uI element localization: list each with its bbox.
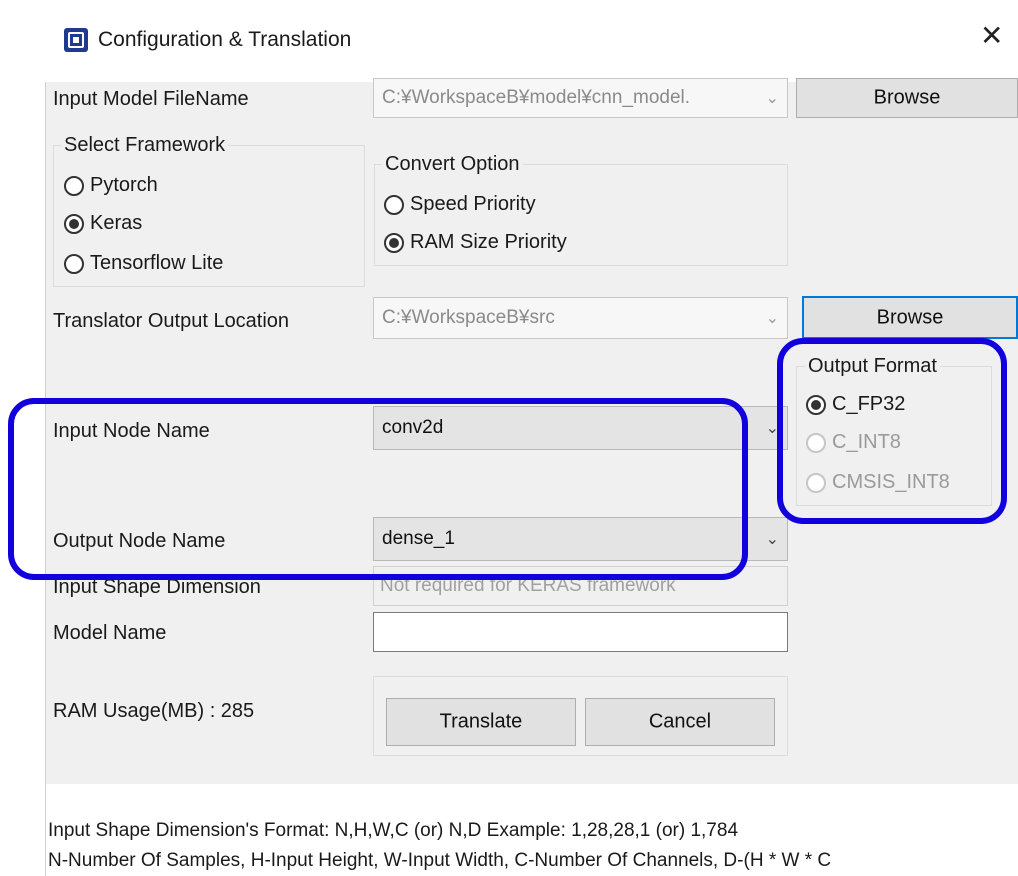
radio-label: C_FP32: [832, 393, 906, 415]
output-node-label: Output Node Name: [53, 530, 226, 552]
chevron-down-icon: ⌄: [765, 90, 779, 107]
convert-radio-speed[interactable]: Speed Priority: [384, 193, 536, 216]
input-node-label: Input Node Name: [53, 420, 210, 442]
input-shape-label: Input Shape Dimension: [53, 576, 261, 598]
legend-note: N-Number Of Samples, H-Input Height, W-I…: [48, 850, 832, 871]
output-node-value: dense_1: [382, 528, 455, 549]
radio-icon: [64, 253, 84, 274]
chevron-down-icon: ⌄: [765, 531, 779, 548]
configuration-dialog: Configuration & Translation ✕ Input Mode…: [0, 0, 1018, 876]
browse-label: Browse: [873, 86, 941, 109]
input-model-browse-button[interactable]: Browse: [796, 78, 1018, 118]
output-location-combo[interactable]: C:¥WorkspaceB¥src ⌄: [373, 297, 788, 339]
cancel-button[interactable]: Cancel: [585, 698, 775, 746]
input-model-combo[interactable]: C:¥WorkspaceB¥model¥cnn_model. ⌄: [373, 78, 788, 118]
input-node-combo[interactable]: conv2d ⌄: [373, 406, 788, 450]
translate-button[interactable]: Translate: [386, 698, 576, 746]
cancel-label: Cancel: [648, 710, 712, 733]
radio-selected-icon: [806, 394, 826, 415]
model-name-field[interactable]: [373, 612, 788, 652]
close-icon[interactable]: ✕: [980, 22, 1003, 50]
model-name-label: Model Name: [53, 622, 167, 644]
framework-radio-pytorch[interactable]: Pytorch: [64, 174, 158, 197]
radio-label: Tensorflow Lite: [90, 252, 224, 274]
browse-label: Browse: [876, 306, 944, 328]
convert-option-title: Convert Option: [382, 153, 523, 176]
window-title: Configuration & Translation: [98, 28, 352, 51]
format-radio-c-int8[interactable]: C_INT8: [806, 431, 901, 454]
left-margin: [0, 82, 46, 876]
radio-icon: [806, 472, 826, 493]
radio-selected-icon: [64, 213, 84, 234]
input-shape-field[interactable]: Not required for KERAS framework: [373, 566, 788, 606]
output-node-combo[interactable]: dense_1 ⌄: [373, 517, 788, 561]
input-shape-placeholder: Not required for KERAS framework: [380, 575, 676, 596]
output-format-title: Output Format: [805, 355, 940, 378]
output-location-browse-button[interactable]: Browse: [802, 296, 1018, 339]
framework-radio-tflite[interactable]: Tensorflow Lite: [64, 252, 223, 275]
input-model-label: Input Model FileName: [53, 88, 249, 110]
radio-icon: [64, 175, 84, 196]
output-location-value: C:¥WorkspaceB¥src: [382, 307, 555, 328]
radio-label: CMSIS_INT8: [832, 471, 950, 493]
framework-title: Select Framework: [61, 134, 229, 157]
radio-label: RAM Size Priority: [410, 231, 567, 253]
chevron-down-icon: ⌄: [765, 310, 779, 327]
translate-label: Translate: [439, 710, 523, 733]
radio-label: Speed Priority: [410, 193, 536, 215]
radio-label: C_INT8: [832, 431, 901, 453]
convert-radio-ram[interactable]: RAM Size Priority: [384, 231, 567, 254]
radio-label: Keras: [90, 212, 143, 234]
radio-selected-icon: [384, 232, 404, 253]
ram-usage-text: RAM Usage(MB) : 285: [53, 700, 255, 722]
radio-icon: [384, 194, 404, 215]
radio-icon: [806, 432, 826, 453]
title-bar: Configuration & Translation ✕: [0, 0, 1018, 82]
chevron-down-icon: ⌄: [765, 420, 779, 437]
format-note: Input Shape Dimension's Format: N,H,W,C …: [48, 820, 739, 841]
radio-label: Pytorch: [90, 174, 158, 196]
input-node-value: conv2d: [382, 417, 444, 438]
output-location-label: Translator Output Location: [53, 310, 290, 332]
app-icon: [64, 28, 88, 52]
format-radio-cmsis-int8[interactable]: CMSIS_INT8: [806, 471, 950, 494]
input-model-value: C:¥WorkspaceB¥model¥cnn_model.: [382, 87, 691, 108]
format-radio-c-fp32[interactable]: C_FP32: [806, 393, 905, 416]
framework-radio-keras[interactable]: Keras: [64, 212, 142, 235]
